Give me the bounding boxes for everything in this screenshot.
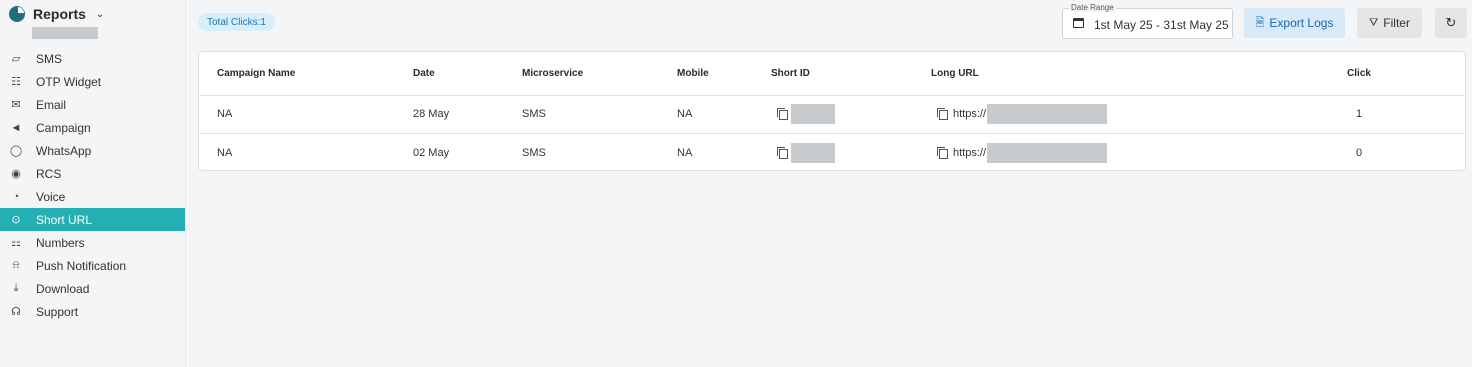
headset-icon: ☊ (11, 306, 21, 318)
short-url-table: Campaign Name Date Microservice Mobile S… (198, 51, 1466, 171)
cell-short-id (771, 134, 835, 172)
cell-mobile: NA (677, 147, 693, 159)
refresh-button[interactable]: ↻ (1435, 8, 1467, 38)
filter-button[interactable]: ⛛ Filter (1357, 8, 1422, 38)
sidebar-item-label: Push Notification (36, 258, 127, 273)
header-long-url[interactable]: Long URL (931, 52, 979, 95)
cell-mobile: NA (677, 108, 693, 120)
sidebar-item-label: WhatsApp (36, 143, 92, 158)
short-id-redacted (791, 143, 835, 163)
copy-icon[interactable] (937, 147, 948, 159)
cell-short-id (771, 95, 835, 133)
app-title: Reports (33, 6, 86, 22)
document-icon: 🗎 (1255, 16, 1265, 29)
voice-icon: ◔ (12, 190, 20, 203)
table-row: NA 28 May SMS NA https:// 1 (199, 95, 1465, 134)
sidebar-item-label: Numbers (36, 235, 85, 250)
total-clicks-badge: Total Clicks:1 (198, 13, 275, 31)
sidebar-item-campaign[interactable]: ◄ Campaign (0, 116, 185, 139)
date-range-label: Date Range (1069, 3, 1116, 12)
bell-icon: ⍾ (12, 259, 20, 271)
cell-date: 02 May (413, 147, 450, 159)
sidebar-item-sms[interactable]: ▱ SMS (0, 47, 185, 70)
sidebar: Reports ⌄ ▱ SMS ☷ OTP Widget ✉ Email ◄ C… (0, 0, 186, 367)
cell-date: 28 May (413, 108, 450, 120)
header-click[interactable]: Click (1344, 52, 1374, 95)
sms-icon: ▱ (11, 53, 21, 65)
sidebar-item-label: SMS (36, 51, 63, 66)
email-icon: ✉ (11, 99, 21, 111)
whatsapp-icon: ◯ (9, 145, 23, 157)
numbers-icon: ⚏ (11, 237, 21, 249)
sidebar-item-label: Support (36, 304, 79, 319)
campaign-icon: ◄ (10, 121, 22, 134)
cell-campaign: NA (217, 108, 233, 120)
filter-label: Filter (1383, 16, 1410, 30)
date-range-picker[interactable]: Date Range 1st May 25 - 31st May 25 (1062, 3, 1233, 39)
cell-long-url: https:// (931, 134, 1108, 172)
header-date[interactable]: Date (413, 52, 435, 95)
sidebar-item-download[interactable]: ⤓ Download (0, 277, 185, 300)
account-name-redacted (32, 27, 98, 39)
header-mobile[interactable]: Mobile (677, 52, 709, 95)
sidebar-item-numbers[interactable]: ⚏ Numbers (0, 231, 185, 254)
sidebar-item-label: Short URL (36, 212, 93, 227)
table-row: NA 02 May SMS NA https:// 0 (199, 134, 1465, 172)
sidebar-item-email[interactable]: ✉ Email (0, 93, 185, 116)
cell-click: 0 (1355, 147, 1363, 159)
cell-long-url: https:// (931, 95, 1108, 133)
long-url-prefix: https:// (953, 147, 987, 159)
otp-widget-icon: ☷ (11, 76, 21, 88)
sidebar-item-label: OTP Widget (36, 74, 102, 89)
sidebar-item-label: Email (36, 97, 67, 112)
sidebar-item-label: Campaign (36, 120, 91, 135)
table-header: Campaign Name Date Microservice Mobile S… (199, 52, 1465, 96)
header-short-id[interactable]: Short ID (771, 52, 810, 95)
sidebar-item-otp-widget[interactable]: ☷ OTP Widget (0, 70, 185, 93)
reports-logo-icon (9, 6, 25, 22)
calendar-icon (1073, 18, 1084, 28)
cell-microservice: SMS (522, 147, 546, 159)
short-id-redacted (791, 104, 835, 124)
short-url-icon: ⊙ (11, 214, 21, 226)
cell-campaign: NA (217, 147, 233, 159)
refresh-icon: ↻ (1445, 15, 1457, 30)
reports-dropdown[interactable]: Reports ⌄ (9, 6, 104, 22)
export-logs-button[interactable]: 🗎 Export Logs (1244, 8, 1345, 38)
sidebar-item-label: RCS (36, 166, 62, 181)
header-campaign-name[interactable]: Campaign Name (217, 52, 295, 95)
copy-icon[interactable] (937, 108, 948, 120)
filter-icon: ⛛ (1369, 16, 1379, 29)
sidebar-item-short-url[interactable]: ⊙ Short URL (0, 208, 185, 231)
sidebar-item-label: Download (36, 281, 90, 296)
sidebar-item-label: Voice (36, 189, 66, 204)
long-url-redacted (987, 143, 1108, 163)
date-range-value: 1st May 25 - 31st May 25 (1094, 18, 1229, 32)
long-url-redacted (987, 104, 1108, 124)
download-icon: ⤓ (13, 282, 19, 294)
sidebar-item-push-notification[interactable]: ⍾ Push Notification (0, 254, 185, 277)
header-microservice[interactable]: Microservice (522, 52, 583, 95)
sidebar-item-voice[interactable]: ◔ Voice (0, 185, 185, 208)
sidebar-item-whatsapp[interactable]: ◯ WhatsApp (0, 139, 185, 162)
sidebar-item-rcs[interactable]: ◉ RCS (0, 162, 185, 185)
sidebar-nav: ▱ SMS ☷ OTP Widget ✉ Email ◄ Campaign ◯ … (0, 47, 185, 323)
rcs-icon: ◉ (11, 168, 21, 180)
long-url-prefix: https:// (953, 108, 987, 120)
main-content: Total Clicks:1 Date Range 1st May 25 - 3… (186, 0, 1472, 367)
export-logs-label: Export Logs (1269, 16, 1334, 30)
sidebar-item-support[interactable]: ☊ Support (0, 300, 185, 323)
copy-icon[interactable] (777, 108, 788, 120)
chevron-down-icon: ⌄ (95, 8, 105, 20)
cell-microservice: SMS (522, 108, 546, 120)
cell-click: 1 (1355, 108, 1363, 120)
copy-icon[interactable] (777, 147, 788, 159)
